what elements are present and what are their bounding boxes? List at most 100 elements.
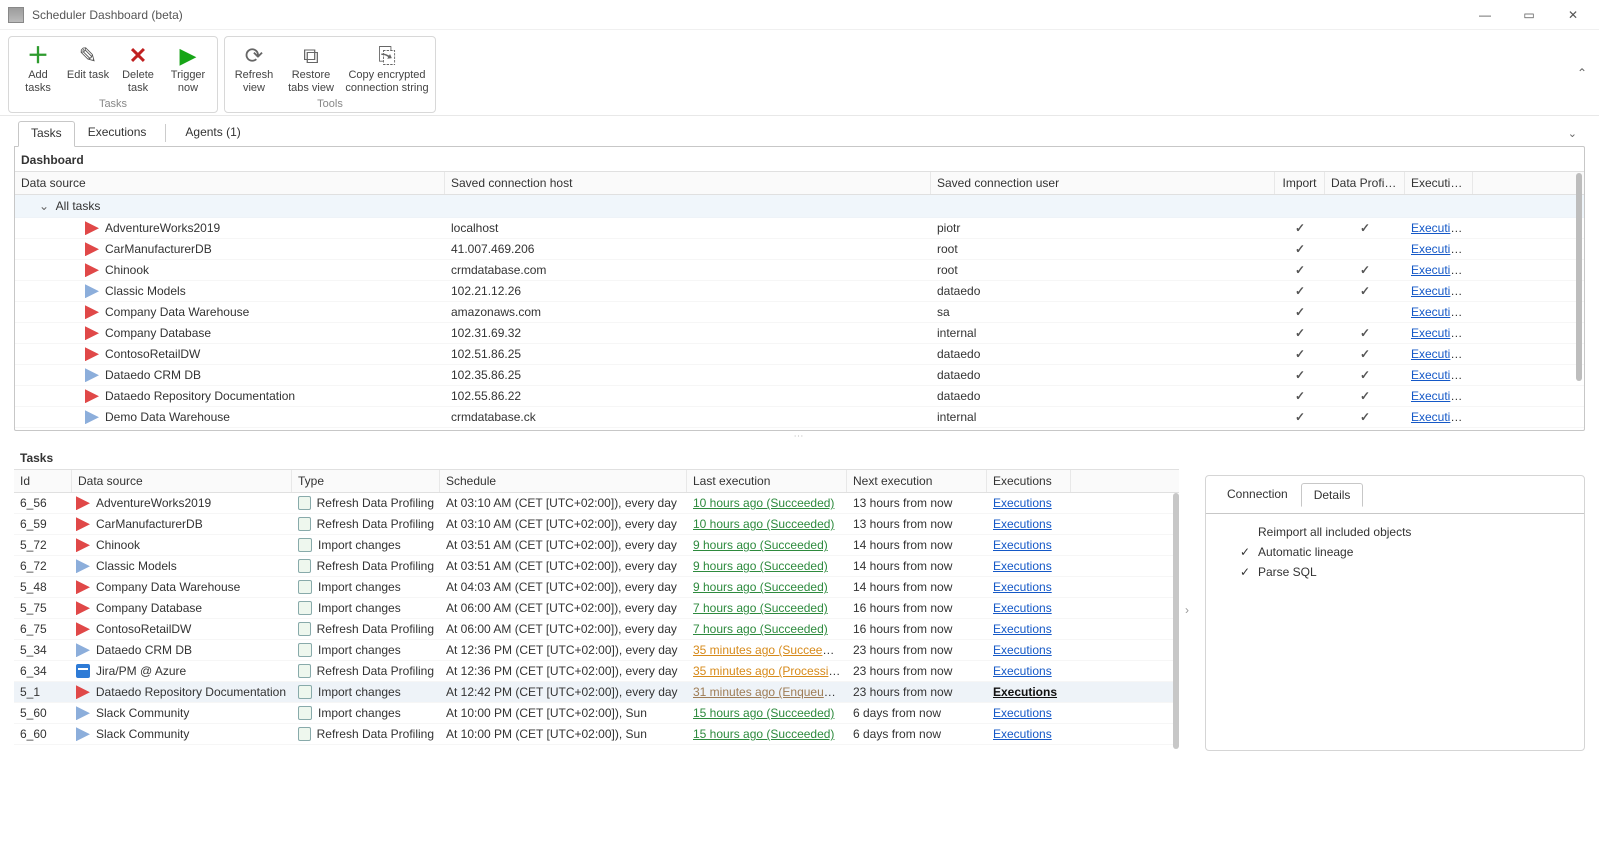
executions-link[interactable]: Executions bbox=[993, 664, 1052, 678]
check-auto-lineage[interactable]: ✓ Automatic lineage bbox=[1214, 542, 1576, 562]
tasks-row[interactable]: 6_60Slack CommunityRefresh Data Profilin… bbox=[14, 724, 1179, 745]
executions-link[interactable]: Executions bbox=[993, 538, 1052, 552]
executions-link[interactable]: Executions bbox=[1411, 389, 1470, 403]
executions-link[interactable]: Executions bbox=[993, 643, 1052, 657]
details-tab-details[interactable]: Details bbox=[1301, 483, 1364, 507]
refresh-view-button[interactable]: ⟳ Refresh view bbox=[229, 41, 279, 96]
executions-link[interactable]: Executions bbox=[1411, 305, 1470, 319]
col-last-execution[interactable]: Last execution bbox=[687, 470, 847, 492]
add-tasks-button[interactable]: ＋ Add tasks bbox=[13, 41, 63, 96]
tasks-row[interactable]: 6_56AdventureWorks2019Refresh Data Profi… bbox=[14, 493, 1179, 514]
task-last-execution[interactable]: 9 hours ago (Succeeded) bbox=[693, 559, 828, 573]
executions-link[interactable]: Executions bbox=[993, 685, 1057, 699]
task-last-execution[interactable]: 10 hours ago (Succeeded) bbox=[693, 517, 834, 531]
tasks-row[interactable]: 5_75Company DatabaseImport changesAt 06:… bbox=[14, 598, 1179, 619]
check-reimport[interactable]: Reimport all included objects bbox=[1214, 522, 1576, 542]
dashboard-row[interactable]: CarManufacturerDB41.007.469.206root✓Exec… bbox=[15, 239, 1584, 260]
task-last-execution[interactable]: 15 hours ago (Succeeded) bbox=[693, 727, 834, 741]
minimize-button[interactable]: — bbox=[1463, 1, 1507, 29]
titlebar: Scheduler Dashboard (beta) — ▭ ✕ bbox=[0, 0, 1599, 30]
close-button[interactable]: ✕ bbox=[1551, 1, 1595, 29]
tab-executions[interactable]: Executions bbox=[75, 120, 160, 146]
subtabs-dropdown[interactable]: ⌄ bbox=[1568, 127, 1581, 140]
dashboard-title: Dashboard bbox=[15, 147, 1584, 171]
tasks-row[interactable]: 6_59CarManufacturerDBRefresh Data Profil… bbox=[14, 514, 1179, 535]
executions-link[interactable]: Executions bbox=[993, 517, 1052, 531]
col-type[interactable]: Type bbox=[292, 470, 440, 492]
tasks-row[interactable]: 6_34Jira/PM @ AzureRefresh Data Profilin… bbox=[14, 661, 1179, 682]
executions-link[interactable]: Executions bbox=[1411, 284, 1470, 298]
task-last-execution[interactable]: 15 hours ago (Succeeded) bbox=[693, 706, 834, 720]
maximize-button[interactable]: ▭ bbox=[1507, 1, 1551, 29]
tasks-row[interactable]: 6_72Classic ModelsRefresh Data Profiling… bbox=[14, 556, 1179, 577]
dashboard-row[interactable]: Company Database102.31.69.32internal✓✓Ex… bbox=[15, 323, 1584, 344]
restore-tabs-button[interactable]: ⧉ Restore tabs view bbox=[279, 41, 343, 96]
dashboard-row[interactable]: Company Data Warehouseamazonaws.comsa✓Ex… bbox=[15, 302, 1584, 323]
details-expand-handle[interactable]: › bbox=[1179, 469, 1195, 751]
dashboard-row[interactable]: ContosoRetailDW102.51.86.25dataedo✓✓Exec… bbox=[15, 344, 1584, 365]
tasks-row[interactable]: 6_75ContosoRetailDWRefresh Data Profilin… bbox=[14, 619, 1179, 640]
tasks-row[interactable]: 5_72ChinookImport changesAt 03:51 AM (CE… bbox=[14, 535, 1179, 556]
dashboard-row[interactable]: Dataedo Repository Documentation102.55.8… bbox=[15, 386, 1584, 407]
executions-link[interactable]: Executions bbox=[993, 496, 1052, 510]
tasks-row[interactable]: 5_48Company Data WarehouseImport changes… bbox=[14, 577, 1179, 598]
executions-link[interactable]: Executions bbox=[1411, 326, 1470, 340]
task-last-execution[interactable]: 35 minutes ago (Processing) bbox=[693, 664, 846, 678]
tab-agents[interactable]: Agents (1) bbox=[172, 120, 253, 146]
tasks-row[interactable]: 5_34Dataedo CRM DBImport changesAt 12:36… bbox=[14, 640, 1179, 661]
check-parse-sql[interactable]: ✓ Parse SQL bbox=[1214, 562, 1576, 582]
dashboard-row[interactable]: Demo Data Warehousecrmdatabase.ckinterna… bbox=[15, 407, 1584, 428]
executions-link[interactable]: Executions bbox=[993, 622, 1052, 636]
trigger-now-button[interactable]: ▶ Trigger now bbox=[163, 41, 213, 96]
task-last-execution[interactable]: 35 minutes ago (Succeeded) bbox=[693, 643, 846, 657]
dashboard-row[interactable]: Classic Models102.21.12.26dataedo✓✓Execu… bbox=[15, 281, 1584, 302]
dashboard-row[interactable]: AdventureWorks2019localhostpiotr✓✓Execut… bbox=[15, 218, 1584, 239]
executions-link[interactable]: Executions bbox=[1411, 347, 1470, 361]
tasks-scrollbar[interactable] bbox=[1173, 493, 1179, 749]
task-last-execution[interactable]: 7 hours ago (Succeeded) bbox=[693, 601, 828, 615]
col-import[interactable]: Import bbox=[1275, 172, 1325, 194]
task-last-execution[interactable]: 10 hours ago (Succeeded) bbox=[693, 496, 834, 510]
executions-link[interactable]: Executions bbox=[993, 727, 1052, 741]
col-schedule[interactable]: Schedule bbox=[440, 470, 687, 492]
col-id[interactable]: Id bbox=[14, 470, 72, 492]
delete-task-button[interactable]: ✕ Delete task bbox=[113, 41, 163, 96]
executions-link[interactable]: Executions bbox=[1411, 410, 1470, 424]
ds-user: dataedo bbox=[931, 343, 1275, 365]
col-data-source[interactable]: Data source bbox=[15, 172, 445, 194]
all-tasks-row[interactable]: ⌄ All tasks bbox=[15, 195, 1584, 218]
col-executions[interactable]: Executions bbox=[1405, 172, 1473, 194]
col-host[interactable]: Saved connection host bbox=[445, 172, 931, 194]
task-type: Import changes bbox=[318, 601, 401, 615]
task-last-execution[interactable]: 31 minutes ago (Enqueued) bbox=[693, 685, 841, 699]
col-executions-2[interactable]: Executions bbox=[987, 470, 1071, 492]
task-last-execution[interactable]: 9 hours ago (Succeeded) bbox=[693, 538, 828, 552]
tab-tasks[interactable]: Tasks bbox=[18, 121, 75, 147]
copy-connection-button[interactable]: ⎘ Copy encrypted connection string bbox=[343, 41, 431, 96]
horizontal-splitter[interactable]: ⋯ bbox=[0, 431, 1599, 445]
col-next-execution[interactable]: Next execution bbox=[847, 470, 987, 492]
executions-link[interactable]: Executions bbox=[993, 706, 1052, 720]
tasks-row[interactable]: 5_60Slack CommunityImport changesAt 10:0… bbox=[14, 703, 1179, 724]
ribbon-collapse-button[interactable]: ⌃ bbox=[1577, 66, 1587, 80]
dashboard-row[interactable]: Chinookcrmdatabase.comroot✓✓Executions bbox=[15, 260, 1584, 281]
col-data-profiling[interactable]: Data Profiling bbox=[1325, 172, 1405, 194]
details-tab-connection[interactable]: Connection bbox=[1214, 482, 1301, 506]
executions-link[interactable]: Executions bbox=[1411, 263, 1470, 277]
check-icon: ✓ bbox=[1295, 284, 1305, 298]
executions-link[interactable]: Executions bbox=[1411, 242, 1470, 256]
col-user[interactable]: Saved connection user bbox=[931, 172, 1275, 194]
tasks-row[interactable]: 5_1Dataedo Repository DocumentationImpor… bbox=[14, 682, 1179, 703]
executions-link[interactable]: Executions bbox=[1411, 221, 1470, 235]
executions-link[interactable]: Executions bbox=[993, 559, 1052, 573]
executions-link[interactable]: Executions bbox=[993, 580, 1052, 594]
dashboard-scrollbar[interactable] bbox=[1576, 173, 1582, 381]
check-reimport-label: Reimport all included objects bbox=[1258, 525, 1411, 539]
executions-link[interactable]: Executions bbox=[1411, 368, 1470, 382]
edit-task-button[interactable]: ✎ Edit task bbox=[63, 41, 113, 96]
executions-link[interactable]: Executions bbox=[993, 601, 1052, 615]
task-last-execution[interactable]: 7 hours ago (Succeeded) bbox=[693, 622, 828, 636]
task-last-execution[interactable]: 9 hours ago (Succeeded) bbox=[693, 580, 828, 594]
col-data-source-2[interactable]: Data source bbox=[72, 470, 292, 492]
dashboard-row[interactable]: Dataedo CRM DB102.35.86.25dataedo✓✓Execu… bbox=[15, 365, 1584, 386]
